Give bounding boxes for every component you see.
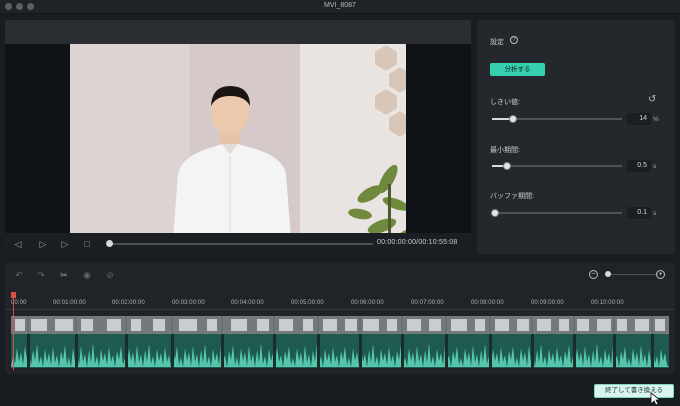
eye-icon[interactable]: ◉	[82, 270, 92, 280]
min-gap-slider-knob[interactable]	[503, 162, 511, 170]
undo-icon[interactable]: ↶	[14, 270, 24, 280]
playhead[interactable]	[13, 298, 14, 370]
redo-icon[interactable]: ↷	[36, 270, 46, 280]
play-icon[interactable]: ▷	[38, 239, 48, 249]
reset-icon[interactable]: ↺	[648, 94, 656, 105]
buffer-slider-knob[interactable]	[491, 209, 499, 217]
ruler-label: 00:05:00:00	[291, 300, 324, 306]
zoom-slider-knob[interactable]	[605, 271, 611, 277]
ruler-label: 00:09:00:00	[531, 300, 564, 306]
min-gap-unit: s	[653, 163, 657, 170]
threshold-slider-knob[interactable]	[509, 115, 517, 123]
ruler-label: 00:10:00:00	[591, 300, 624, 306]
ruler-label: 00:08:00:00	[471, 300, 504, 306]
timeline-panel: ↶ ↷ ✂ ◉ ⊘ − + 00:00 00:01:00:00 00:02:00…	[5, 262, 675, 374]
min-gap-slider-track[interactable]	[492, 165, 622, 167]
buffer-value[interactable]: 0.1	[627, 207, 651, 219]
ruler-label: 00:04:00:00	[231, 300, 264, 306]
window-title: MVI_8087	[324, 2, 356, 9]
help-icon[interactable]: ?	[510, 36, 518, 44]
buffer-unit: s	[653, 210, 657, 217]
audio-waveform	[11, 334, 669, 368]
stop-icon[interactable]: □	[82, 239, 92, 249]
threshold-unit: %	[653, 116, 659, 123]
audio-track[interactable]	[11, 334, 669, 368]
settings-title: 設定	[490, 39, 504, 46]
transport-bar: ◁ ▷ ▷ □ 00:00:00:00/00:10:55:08	[5, 233, 471, 255]
title-bar: MVI_8087	[0, 0, 680, 14]
ruler-label: 00:02:00:00	[112, 300, 145, 306]
progress-knob[interactable]	[106, 240, 113, 247]
ruler-label: 00:07:00:00	[411, 300, 444, 306]
video-frame	[70, 44, 406, 252]
ruler-label: 00:06:00:00	[351, 300, 384, 306]
buffer-slider-track[interactable]	[492, 212, 622, 214]
video-image	[70, 44, 406, 252]
zoom-in-icon[interactable]: +	[656, 270, 665, 279]
letterbox-right	[406, 44, 471, 252]
min-gap-value[interactable]: 0.5	[627, 160, 651, 172]
finish-and-replace-button[interactable]: 終了して書き換える	[594, 384, 674, 398]
settings-panel: 設定 ? 分析する しきい値: ↺ 14 % 最小期間: 0.5 s バッファ期…	[477, 20, 675, 254]
cursor-icon	[650, 392, 662, 406]
preview-panel	[5, 20, 471, 254]
preview-header	[5, 20, 471, 44]
letterbox-left	[5, 44, 70, 252]
buffer-label: バッファ期間:	[490, 193, 534, 200]
ruler-label: 00:03:00:00	[172, 300, 205, 306]
step-back-icon[interactable]: ◁	[13, 239, 23, 249]
time-ruler[interactable]: 00:00 00:01:00:00 00:02:00:00 00:03:00:0…	[5, 296, 675, 310]
timecode: 00:00:00:00/00:10:55:08	[377, 239, 458, 246]
play-next-icon[interactable]: ▷	[60, 239, 70, 249]
analyze-button[interactable]: 分析する	[490, 63, 545, 76]
video-track[interactable]	[11, 316, 669, 334]
scissors-icon[interactable]: ✂	[59, 270, 69, 280]
hide-icon[interactable]: ⊘	[105, 270, 115, 280]
threshold-value[interactable]: 14	[627, 113, 651, 125]
progress-track[interactable]	[109, 243, 373, 245]
zoom-slider-track[interactable]	[608, 274, 658, 275]
zoom-out-icon[interactable]: −	[589, 270, 598, 279]
min-gap-label: 最小期間:	[490, 147, 520, 154]
video-clip-strip	[11, 316, 669, 334]
threshold-label: しきい値:	[490, 99, 520, 106]
ruler-label: 00:01:00:00	[53, 300, 86, 306]
